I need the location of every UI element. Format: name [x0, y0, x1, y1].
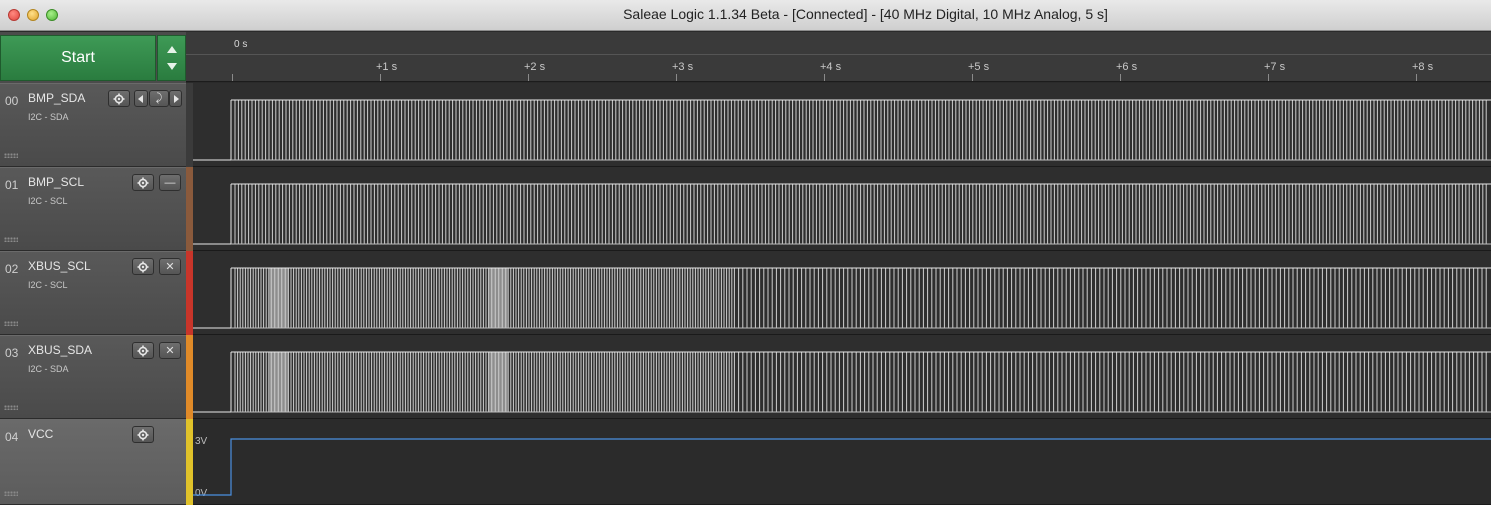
channel-number: 00 — [5, 94, 19, 108]
channel-settings-button[interactable] — [132, 174, 154, 191]
tick-mark — [676, 74, 677, 81]
channel-settings-button[interactable] — [132, 426, 154, 443]
tick-mark — [380, 74, 381, 81]
channel-color-02 — [186, 251, 193, 335]
chevron-left-icon — [138, 94, 143, 103]
time-origin-label: 0 s — [234, 39, 248, 50]
tick-label: +4 s — [820, 61, 842, 73]
channel-number: 02 — [5, 262, 19, 276]
tick-mark — [1120, 74, 1121, 81]
arrow-down-icon — [167, 63, 177, 70]
channel-settings-button[interactable] — [132, 258, 154, 275]
arrow-up-icon — [167, 46, 177, 53]
tick-mark — [528, 74, 529, 81]
capture-options-button[interactable] — [157, 35, 186, 81]
channel-number: 03 — [5, 346, 19, 360]
channel-analyzer: I2C - SDA — [28, 112, 69, 122]
tick-mark — [1416, 74, 1417, 81]
waveform-lane-00[interactable] — [193, 83, 1491, 167]
channel-name[interactable]: BMP_SCL — [28, 175, 84, 189]
waveform-lane-02[interactable] — [193, 251, 1491, 335]
digital-waveform — [193, 267, 1491, 329]
channel-name[interactable]: VCC — [28, 427, 53, 441]
channel-analyzer: I2C - SDA — [28, 364, 69, 374]
channel-color-01 — [186, 167, 193, 251]
timeline-ruler[interactable]: 0 s +1 s +2 s +3 s +4 s +5 s +6 s +7 s +… — [186, 32, 1491, 82]
drag-handle[interactable] — [4, 491, 18, 496]
close-icon: ✕ — [165, 261, 175, 273]
start-button[interactable]: Start — [0, 35, 156, 81]
channel-number: 04 — [5, 430, 19, 444]
drag-handle[interactable] — [4, 153, 18, 158]
channel-row-01[interactable]: 01 BMP_SCL I2C - SCL — — [0, 167, 186, 251]
tick-mark — [972, 74, 973, 81]
title-bar: Saleae Logic 1.1.34 Beta - [Connected] -… — [0, 0, 1491, 31]
gear-icon — [137, 345, 149, 356]
tick-label: +6 s — [1116, 61, 1138, 73]
waveform-lane-03[interactable] — [193, 335, 1491, 419]
channel-name[interactable]: XBUS_SDA — [28, 343, 92, 357]
channel-row-03[interactable]: 03 XBUS_SDA I2C - SDA ✕ — [0, 335, 186, 419]
waveform-area[interactable]: 3V 0V — [193, 83, 1491, 505]
channel-row-02[interactable]: 02 XBUS_SCL I2C - SCL ✕ — [0, 251, 186, 335]
channel-name[interactable]: BMP_SDA — [28, 91, 85, 105]
tick-label: +1 s — [376, 61, 398, 73]
tick-mark — [1268, 74, 1269, 81]
tick-label: +5 s — [968, 61, 990, 73]
tick-label: +2 s — [524, 61, 546, 73]
channel-analyzer: I2C - SCL — [28, 196, 68, 206]
channel-color-03 — [186, 335, 193, 419]
close-channel-button[interactable]: ✕ — [159, 342, 181, 359]
next-edge-button[interactable] — [169, 90, 182, 107]
collapse-channel-button[interactable]: — — [159, 174, 181, 191]
digital-waveform — [193, 99, 1491, 161]
digital-waveform — [193, 351, 1491, 413]
tick-mark — [824, 74, 825, 81]
channel-settings-button[interactable] — [108, 90, 130, 107]
channel-settings-button[interactable] — [132, 342, 154, 359]
waveform-lane-04[interactable]: 3V 0V — [193, 419, 1491, 505]
drag-handle[interactable] — [4, 321, 18, 326]
gear-icon — [137, 177, 149, 188]
tick-label: +8 s — [1412, 61, 1434, 73]
window-title: Saleae Logic 1.1.34 Beta - [Connected] -… — [623, 6, 1108, 22]
gear-icon — [137, 429, 149, 440]
channel-analyzer: I2C - SCL — [28, 280, 68, 290]
digital-waveform — [193, 183, 1491, 245]
close-icon: ✕ — [165, 345, 175, 357]
channel-row-00[interactable]: 00 BMP_SDA I2C - SDA ⤸ — [0, 83, 186, 167]
edge-trigger-button[interactable]: ⤸ — [149, 90, 169, 107]
analog-waveform — [193, 438, 1491, 496]
close-channel-button[interactable]: ✕ — [159, 258, 181, 275]
gear-icon — [137, 261, 149, 272]
tick-label: +7 s — [1264, 61, 1286, 73]
channel-row-04[interactable]: 04 VCC — [0, 419, 186, 505]
tick-label: +3 s — [672, 61, 694, 73]
tick-mark — [232, 74, 233, 81]
ruler-divider — [186, 54, 1491, 55]
minus-icon: — — [164, 176, 176, 189]
channel-number: 01 — [5, 178, 19, 192]
waveform-lane-01[interactable] — [193, 167, 1491, 251]
drag-handle[interactable] — [4, 405, 18, 410]
drag-handle[interactable] — [4, 237, 18, 242]
channel-color-04 — [186, 419, 193, 505]
channel-name[interactable]: XBUS_SCL — [28, 259, 91, 273]
gear-icon — [113, 93, 125, 104]
falling-edge-icon: ⤸ — [155, 92, 163, 104]
previous-edge-button[interactable] — [134, 90, 148, 107]
chevron-right-icon — [173, 94, 179, 103]
channel-color-00 — [186, 83, 193, 167]
